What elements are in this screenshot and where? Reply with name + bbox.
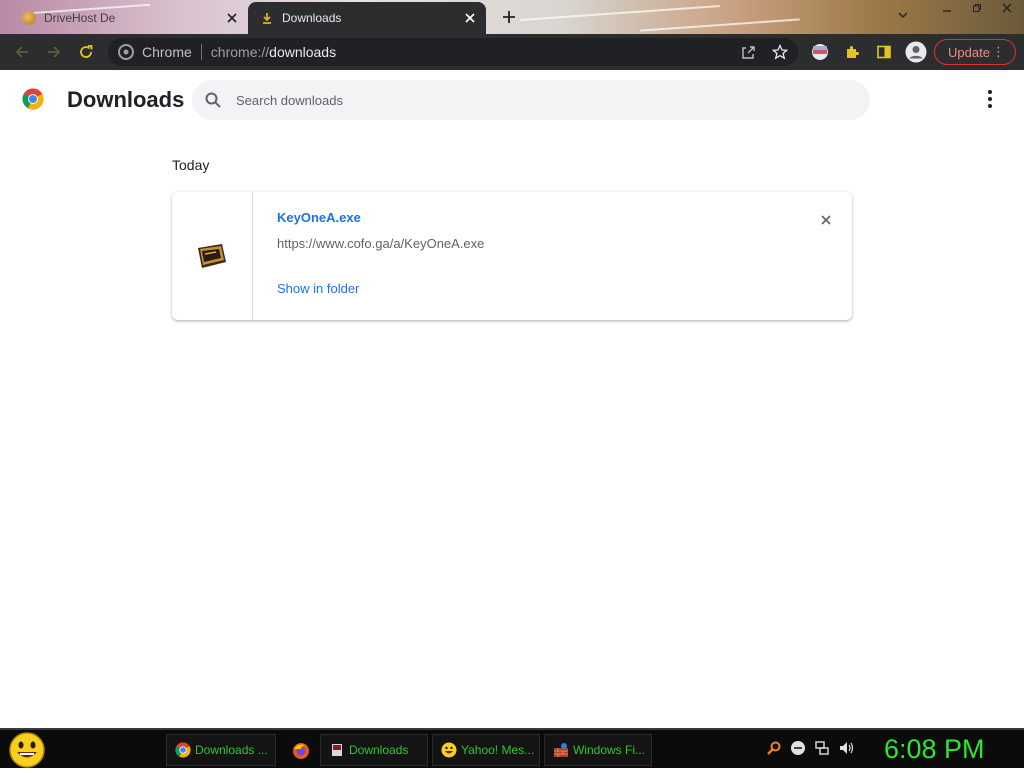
downloads-page: Downloads Today KeyOneA.exe https://www.… (0, 70, 1024, 728)
download-source-url: https://www.cofo.ga/a/KeyOneA.exe (277, 236, 485, 251)
firefox-icon (292, 742, 309, 759)
taskbar-item-yahoo-messenger[interactable]: Yahoo! Mes... (432, 734, 540, 766)
share-icon[interactable] (736, 40, 760, 64)
yahoo-messenger-icon (441, 742, 457, 758)
system-tray (766, 740, 854, 756)
tab-title: Downloads (282, 11, 342, 25)
remove-download-close-icon[interactable] (816, 210, 836, 230)
close-window-icon[interactable] (996, 0, 1018, 16)
more-options-icon[interactable] (978, 86, 1002, 112)
download-item-card: KeyOneA.exe https://www.cofo.ga/a/KeyOne… (172, 192, 852, 320)
restore-icon[interactable] (966, 0, 988, 16)
site-favicon-icon (22, 11, 36, 25)
taskbar-item-label: Yahoo! Mes... (461, 743, 535, 757)
reload-icon[interactable] (70, 36, 102, 68)
site-label: Chrome (142, 44, 192, 60)
show-in-folder-link[interactable]: Show in folder (277, 281, 359, 296)
executable-file-icon (196, 242, 228, 270)
new-tab-icon[interactable] (498, 6, 520, 28)
back-arrow-icon[interactable] (6, 36, 38, 68)
page-title: Downloads (67, 87, 185, 112)
kebab-menu-icon: ⋮ (992, 44, 1005, 59)
downloads-app-icon (329, 742, 345, 758)
taskbar-item-downloads[interactable]: Downloads (320, 734, 428, 766)
address-bar[interactable]: Chrome chrome://downloads (108, 38, 798, 66)
tab-search-chevron-icon[interactable] (896, 8, 912, 24)
close-tab-icon[interactable] (222, 8, 242, 28)
search-magnifier-icon[interactable] (766, 740, 782, 756)
tab-drivehost[interactable]: DriveHost De (8, 2, 248, 34)
taskbar-item-firefox[interactable] (284, 738, 312, 762)
tab-strip: DriveHost De Downloads (0, 0, 1024, 34)
bookmark-star-icon[interactable] (768, 40, 792, 64)
taskbar-item-label: Downloads ... (195, 743, 268, 757)
start-smiley-icon[interactable] (8, 732, 46, 768)
search-icon (204, 91, 222, 109)
search-input[interactable] (236, 80, 836, 120)
section-date-heading: Today (172, 157, 210, 173)
chrome-page-icon (118, 44, 134, 60)
taskbar-item-windows-firewall[interactable]: Windows Fi... (544, 734, 652, 766)
download-file-name-link[interactable]: KeyOneA.exe (277, 210, 361, 225)
download-favicon-icon (260, 11, 274, 25)
minimize-icon[interactable] (936, 0, 958, 16)
tab-downloads[interactable]: Downloads (248, 2, 486, 34)
wallpaper-streak (520, 5, 720, 21)
taskbar-item-chrome-downloads[interactable]: Downloads ... (166, 734, 276, 766)
update-button[interactable]: Update ⋮ (934, 39, 1016, 65)
taskbar-item-label: Windows Fi... (573, 743, 646, 757)
profile-avatar-icon[interactable] (900, 36, 932, 68)
windows-firewall-icon (553, 742, 569, 758)
taskbar-item-label: Downloads (349, 743, 409, 757)
update-label: Update (948, 44, 990, 60)
taskbar-clock[interactable]: 6:08 PM (884, 734, 985, 765)
file-icon-area (172, 192, 253, 320)
tab-title: DriveHost De (44, 11, 116, 25)
extensions-puzzle-icon[interactable] (836, 36, 868, 68)
volume-icon[interactable] (838, 740, 854, 756)
chrome-icon (175, 742, 191, 758)
address-divider (200, 44, 202, 60)
url-scheme: chrome:// (210, 44, 270, 60)
network-icon[interactable] (814, 740, 830, 756)
minus-circle-icon[interactable] (790, 740, 806, 756)
forward-arrow-icon[interactable] (38, 36, 70, 68)
window-controls (936, 0, 1018, 18)
extension-globe-icon[interactable] (804, 36, 836, 68)
url-path: downloads (269, 44, 337, 60)
search-box (192, 80, 870, 120)
chrome-logo-icon (22, 88, 44, 110)
close-tab-icon[interactable] (460, 8, 480, 28)
taskbar: Downloads ... Downloads Yahoo! Mes... Wi… (0, 728, 1024, 768)
wallpaper-streak (640, 18, 800, 32)
side-panel-icon[interactable] (868, 36, 900, 68)
